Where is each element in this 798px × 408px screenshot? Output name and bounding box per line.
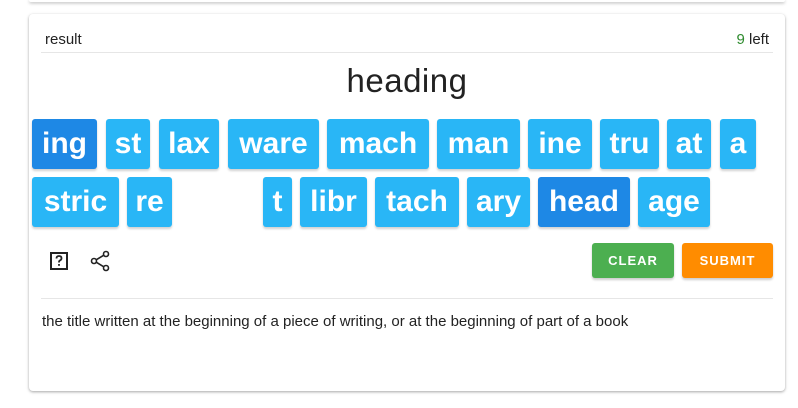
tile[interactable]: head (538, 177, 630, 227)
tile[interactable]: mach (327, 119, 429, 169)
tile-label: at (675, 127, 703, 160)
tile[interactable]: libr (300, 177, 367, 227)
tile[interactable]: st (106, 119, 150, 169)
tile[interactable]: ary (467, 177, 530, 227)
tile-label: a (729, 127, 747, 160)
remaining-suffix: left (744, 31, 769, 48)
tile-label: age (648, 185, 700, 218)
result-header: result 9 left (41, 30, 773, 53)
tile[interactable]: ing (32, 119, 97, 169)
result-label: result (45, 31, 82, 48)
tile-label: ware (239, 127, 308, 160)
tile-label: libr (310, 185, 357, 218)
game-card: result 9 left heading ing st lax ware ma… (29, 14, 785, 391)
tile[interactable]: stric (32, 177, 119, 227)
clear-button[interactable]: CLEAR (592, 243, 674, 278)
submit-button[interactable]: SUBMIT (682, 243, 773, 278)
remaining-count: 9 left (736, 31, 769, 48)
tile[interactable]: at (667, 119, 711, 169)
remaining-number: 9 (736, 31, 745, 48)
tile[interactable]: tach (375, 177, 459, 227)
tile-label: t (272, 185, 283, 218)
tile-label: tru (609, 127, 650, 160)
tile[interactable]: a (720, 119, 756, 169)
tile-label: tach (386, 185, 448, 218)
tile[interactable]: age (638, 177, 710, 227)
tile[interactable]: ware (228, 119, 319, 169)
tile-label: mach (338, 127, 418, 160)
tile-label: ing (42, 127, 87, 160)
tile[interactable]: tru (600, 119, 659, 169)
tile-label: ine (538, 127, 582, 160)
tile-label: st (114, 127, 142, 160)
tile[interactable]: t (263, 177, 292, 227)
tile-label: man (447, 127, 510, 160)
tile-label: head (548, 185, 620, 218)
tile-label: ary (475, 185, 522, 218)
answer-word: heading (346, 62, 468, 99)
tile-label: lax (168, 127, 210, 160)
tile[interactable]: lax (159, 119, 219, 169)
divider (41, 298, 773, 299)
tile-label: stric (43, 185, 108, 218)
help-box-icon[interactable] (46, 248, 72, 274)
tile[interactable]: ine (528, 119, 592, 169)
previous-card-edge (29, 0, 785, 2)
help-box-icon-graphic (50, 252, 68, 270)
share-icon-graphic (90, 250, 110, 272)
tile-label: re (135, 185, 164, 218)
definition-text: the title written at the beginning of a … (42, 313, 629, 330)
share-icon[interactable] (87, 248, 113, 274)
tile[interactable]: man (437, 119, 520, 169)
tile[interactable]: re (127, 177, 172, 227)
